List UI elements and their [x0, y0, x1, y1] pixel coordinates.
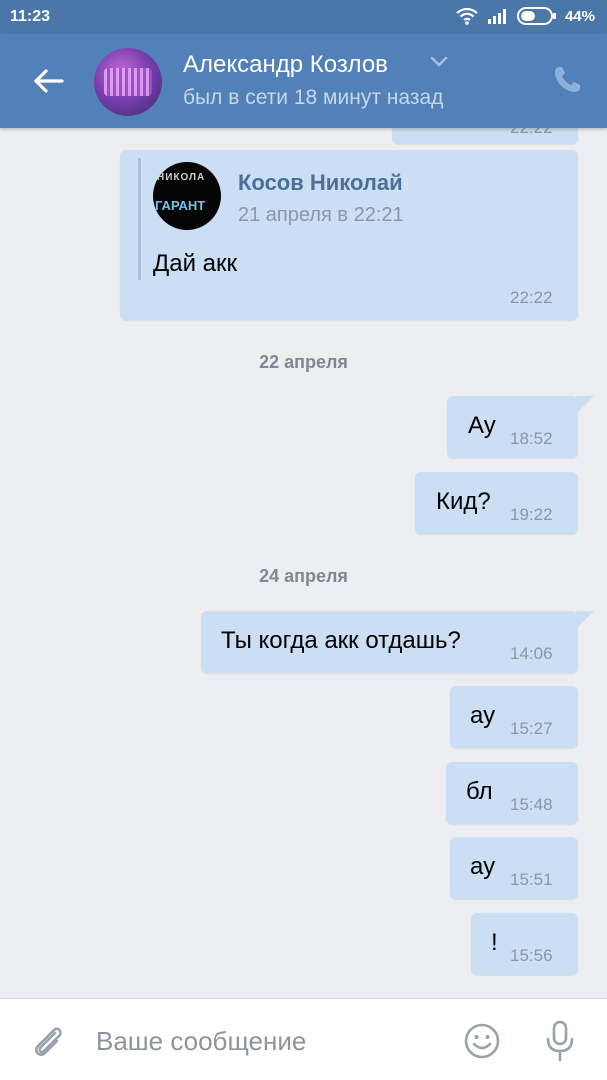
message-bubble[interactable]: ау 15:27: [450, 686, 578, 748]
message-composer: [0, 998, 607, 1080]
message-text: !: [491, 929, 498, 956]
message-time: 22:22: [510, 128, 553, 138]
wifi-icon: [456, 7, 478, 25]
bubble-tail: [576, 396, 594, 414]
message-text: Дай акк: [153, 250, 238, 277]
message-text: Ты когда акк отдашь?: [221, 627, 461, 654]
message-bubble[interactable]: ау 15:51: [450, 837, 578, 899]
forwarded-date: 21 апреля в 22:21: [238, 204, 404, 226]
message-bubble[interactable]: Ты когда акк отдашь? 14:06: [201, 611, 578, 673]
message-time: 18:52: [510, 429, 553, 448]
message-bubble[interactable]: Ау 18:52: [447, 396, 578, 458]
bubble-tail: [576, 611, 594, 629]
battery-percent: 44%: [564, 7, 595, 25]
message-bubble[interactable]: ! 15:56: [471, 913, 578, 975]
date-separator: 24 апреля: [259, 566, 348, 586]
forwarded-sender-name[interactable]: Косов Николай: [238, 170, 403, 196]
chevron-down-icon[interactable]: [430, 56, 448, 68]
battery-icon: [516, 7, 556, 25]
phone-icon[interactable]: [551, 64, 583, 96]
message-time: 22:22: [510, 288, 553, 307]
message-time: 15:51: [510, 870, 553, 889]
back-arrow-icon[interactable]: [28, 61, 68, 101]
paperclip-icon[interactable]: [28, 1021, 68, 1061]
forwarded-message-bubble[interactable]: НИКОЛА ГАРАНТ Косов Николай 21 апреля в …: [120, 150, 578, 320]
message-text: бл: [466, 778, 493, 805]
chat-header: Александр Козлов был в сети 18 минут наз…: [0, 34, 607, 128]
forwarded-sender-avatar[interactable]: НИКОЛА ГАРАНТ: [153, 162, 221, 230]
message-time: 15:48: [510, 795, 553, 814]
message-time: 15:27: [510, 719, 553, 738]
message-text: Ау: [468, 412, 496, 439]
signal-icon: [487, 9, 506, 24]
message-bubble[interactable]: бл 15:48: [446, 762, 578, 824]
contact-last-seen: был в сети 18 минут назад: [183, 86, 444, 109]
date-separator: 22 апреля: [259, 352, 348, 372]
message-time: 14:06: [510, 644, 553, 663]
message-bubble[interactable]: Кид? 19:22: [415, 472, 578, 534]
message-text: ау: [470, 853, 496, 880]
forward-quote-bar: [138, 158, 141, 280]
message-time: 15:56: [510, 946, 553, 965]
microphone-icon[interactable]: [540, 1019, 580, 1063]
message-time: 19:22: [510, 505, 553, 524]
status-icons: 44%: [455, 7, 595, 25]
emoji-icon[interactable]: [462, 1021, 502, 1061]
contact-name[interactable]: Александр Козлов: [183, 51, 388, 79]
status-bar: 11:23 44%: [0, 0, 607, 34]
contact-avatar[interactable]: [94, 48, 162, 116]
status-time: 11:23: [10, 8, 51, 25]
message-text: Кид?: [436, 488, 491, 515]
message-text: ау: [470, 702, 496, 729]
message-input[interactable]: [96, 1021, 436, 1061]
message-list[interactable]: 22:22 НИКОЛА ГАРАНТ Косов Николай 21 апр…: [0, 128, 607, 998]
message-bubble-partial[interactable]: 22:22: [392, 128, 578, 144]
